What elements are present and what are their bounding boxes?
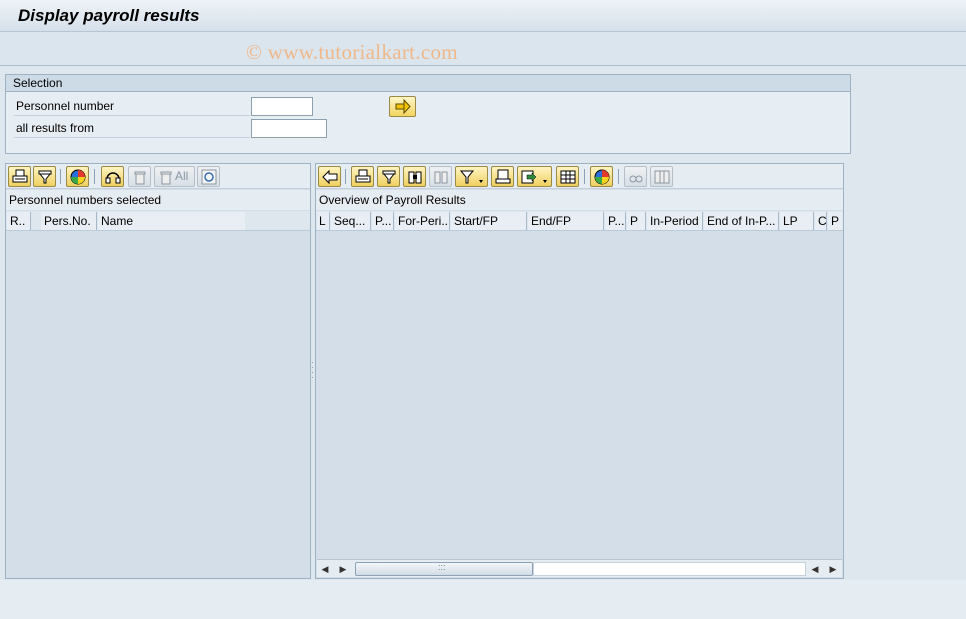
column-header-pers-no[interactable]: Pers.No. — [41, 212, 97, 230]
scroll-left-icon[interactable]: ◀ — [319, 562, 331, 576]
selection-group: Selection Personnel number all results f… — [5, 74, 851, 154]
color-button[interactable] — [66, 166, 89, 187]
column-header-in-period[interactable]: In-Period — [647, 212, 703, 230]
delete-all-icon — [160, 171, 172, 185]
scroll-right-end-icon[interactable]: ▶ — [827, 562, 839, 576]
column-header-p1[interactable]: P... — [372, 212, 394, 230]
filter-dropdown-button[interactable] — [455, 166, 488, 187]
find-next-icon — [434, 171, 448, 184]
column-header-l[interactable]: L — [317, 212, 330, 230]
personnel-number-input[interactable] — [251, 97, 313, 116]
back-arrow-icon — [322, 169, 338, 185]
toolbar-separator — [618, 169, 619, 184]
filter-icon — [38, 170, 52, 184]
scroll-right-icon[interactable]: ▶ — [337, 562, 349, 576]
print-icon — [355, 169, 371, 183]
table-button[interactable] — [556, 166, 579, 187]
watermark: © www.tutorialkart.com — [246, 40, 458, 64]
toolbar-separator — [94, 169, 95, 184]
payroll-results-toolbar — [316, 164, 843, 189]
toolbar-separator — [345, 169, 346, 184]
page-title: Display payroll results — [18, 6, 200, 25]
column-header-end-of-in-period[interactable]: End of In-P... — [704, 212, 779, 230]
scroll-thumb[interactable]: ::: — [355, 562, 533, 576]
execute-button[interactable] — [389, 96, 416, 117]
print-button[interactable] — [8, 166, 31, 187]
column-header-p3[interactable]: P — [627, 212, 646, 230]
column-header-r[interactable]: R.. — [7, 212, 31, 230]
payroll-results-panel: Overview of Payroll Results L Seq... P..… — [315, 163, 844, 579]
delete-all-label: All — [175, 169, 189, 183]
status-area — [0, 580, 966, 619]
filter-button[interactable] — [33, 166, 56, 187]
print-preview-icon — [495, 169, 511, 184]
delete-button[interactable] — [128, 166, 151, 187]
all-results-from-label: all results from — [14, 118, 250, 138]
toolbar-separator — [584, 169, 585, 184]
headset-icon — [105, 172, 121, 184]
column-header-p4[interactable]: P — [828, 212, 842, 230]
scroll-grip: ::: — [438, 562, 446, 572]
arrow-right-icon — [395, 98, 411, 115]
payroll-results-header: L Seq... P... For-Peri... Start/FP End/F… — [316, 211, 843, 231]
column-header-name[interactable]: Name — [98, 212, 245, 230]
scroll-track[interactable] — [533, 562, 806, 576]
export-button[interactable] — [517, 166, 552, 187]
personnel-number-label: Personnel number — [14, 96, 250, 116]
personnel-list-title: Personnel numbers selected — [6, 190, 310, 210]
toolbar-separator — [60, 169, 61, 184]
print-preview-button[interactable] — [491, 166, 514, 187]
scroll-left-end-icon[interactable]: ◀ — [809, 562, 821, 576]
delete-all-button[interactable]: All — [154, 166, 195, 187]
details-button[interactable] — [624, 166, 647, 187]
personnel-list-toolbar: All — [6, 164, 310, 189]
personnel-list-panel: All Personnel numbers selected R.. Pers.… — [5, 163, 311, 579]
column-header-lp[interactable]: LP — [780, 212, 814, 230]
payroll-results-title: Overview of Payroll Results — [316, 190, 843, 210]
column-header-seq[interactable]: Seq... — [331, 212, 371, 230]
filter-dropdown-icon — [459, 170, 483, 184]
columns-icon — [654, 170, 670, 184]
personnel-list-header: R.. Pers.No. Name — [6, 211, 310, 231]
support-button[interactable] — [101, 166, 124, 187]
color-wheel-icon — [594, 169, 610, 185]
column-header-end-fp[interactable]: End/FP — [528, 212, 604, 230]
refresh-button[interactable] — [197, 166, 220, 187]
filter-icon — [382, 170, 396, 184]
column-header-for-period[interactable]: For-Peri... — [395, 212, 450, 230]
title-bar: Display payroll results — [0, 0, 966, 32]
export-icon — [521, 170, 547, 184]
all-results-from-input[interactable] — [251, 119, 327, 138]
back-button[interactable] — [318, 166, 341, 187]
filter-button[interactable] — [377, 166, 400, 187]
horizontal-scrollbar[interactable]: ◀ ▶ ::: ◀ ▶ — [317, 559, 842, 577]
glasses-icon — [629, 175, 643, 183]
color-wheel-icon — [70, 169, 86, 185]
find-next-button[interactable] — [429, 166, 452, 187]
column-header-c[interactable]: C — [815, 212, 827, 230]
table-icon — [560, 170, 576, 184]
application-toolbar: © www.tutorialkart.com — [0, 33, 966, 66]
column-header-start-fp[interactable]: Start/FP — [451, 212, 527, 230]
print-icon — [12, 169, 28, 183]
selection-header: Selection — [6, 75, 850, 92]
find-icon — [408, 171, 422, 184]
print-button[interactable] — [351, 166, 374, 187]
delete-icon — [134, 171, 146, 185]
color-button[interactable] — [590, 166, 613, 187]
column-header-p2[interactable]: P... — [605, 212, 626, 230]
columns-button[interactable] — [650, 166, 673, 187]
find-button[interactable] — [403, 166, 426, 187]
refresh-icon — [201, 169, 217, 185]
